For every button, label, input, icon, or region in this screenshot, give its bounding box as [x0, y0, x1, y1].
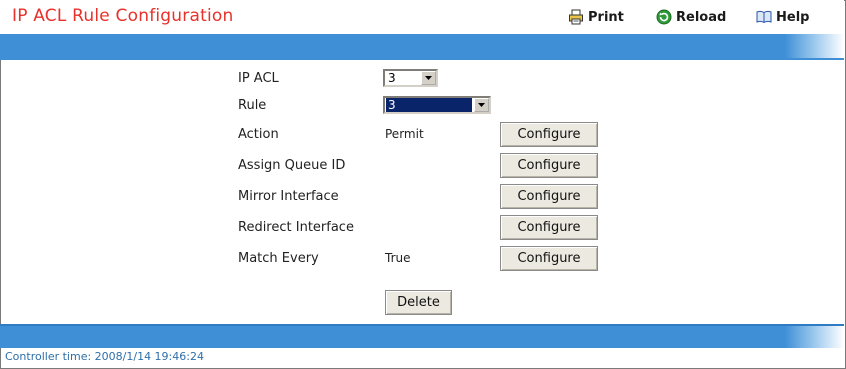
ip-acl-label: IP ACL [238, 71, 279, 86]
match-every-label: Match Every [238, 251, 319, 266]
match-every-configure-button[interactable]: Configure [500, 246, 598, 271]
assign-queue-configure-button[interactable]: Configure [500, 153, 598, 178]
top-banner [0, 34, 844, 58]
reload-label: Reload [676, 9, 727, 25]
redirect-interface-label: Redirect Interface [238, 220, 354, 235]
delete-button[interactable]: Delete [385, 290, 452, 315]
chevron-down-icon [421, 71, 436, 85]
header-bar: IP ACL Rule Configuration Print Reload H… [0, 0, 844, 34]
bottom-banner-rule [0, 324, 844, 326]
reload-link[interactable]: Reload [656, 9, 726, 25]
redirect-interface-configure-button[interactable]: Configure [500, 215, 598, 240]
reload-icon [656, 9, 672, 25]
help-book-icon [756, 9, 772, 25]
assign-queue-id-label: Assign Queue ID [238, 158, 346, 173]
action-value: Permit [385, 127, 424, 141]
action-configure-button[interactable]: Configure [500, 122, 598, 147]
print-label: Print [588, 9, 624, 25]
ip-acl-select[interactable]: 3 [383, 69, 438, 87]
match-every-value: True [385, 251, 411, 265]
help-link[interactable]: Help [756, 9, 809, 25]
help-label: Help [776, 9, 810, 25]
controller-time: Controller time: 2008/1/14 19:46:24 [5, 350, 204, 363]
print-link[interactable]: Print [568, 9, 624, 25]
rule-select-value: 3 [386, 98, 472, 112]
rule-label: Rule [238, 98, 267, 113]
printer-icon [568, 9, 584, 25]
ip-acl-select-value: 3 [388, 71, 396, 85]
mirror-interface-label: Mirror Interface [238, 189, 339, 204]
mirror-interface-configure-button[interactable]: Configure [500, 184, 598, 209]
action-label: Action [238, 127, 279, 142]
top-banner-rule [0, 58, 844, 60]
bottom-banner [0, 324, 844, 348]
rule-select[interactable]: 3 [383, 96, 491, 114]
chevron-down-icon [474, 98, 489, 112]
page-title: IP ACL Rule Configuration [12, 6, 234, 26]
